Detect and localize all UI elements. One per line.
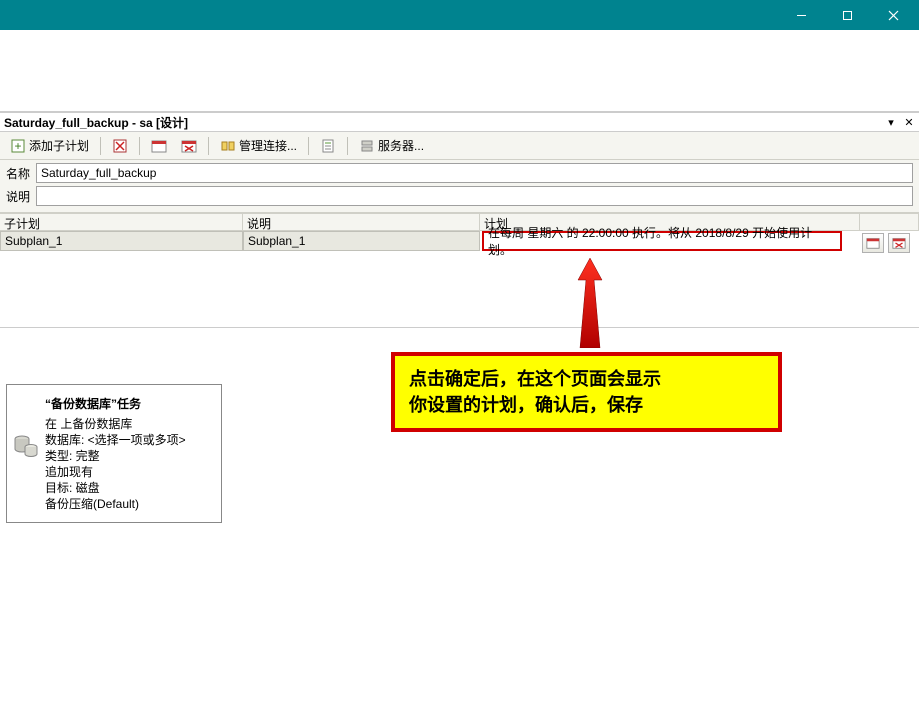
remove-schedule-button[interactable] bbox=[175, 135, 203, 157]
task-line: 目标: 磁盘 bbox=[45, 480, 213, 496]
name-label: 名称 bbox=[6, 165, 36, 182]
task-line: 追加现有 bbox=[45, 464, 213, 480]
calendar-button[interactable] bbox=[145, 135, 173, 157]
tab-close-icon[interactable]: ✕ bbox=[901, 114, 917, 130]
tab-dropdown-icon[interactable]: ▾ bbox=[883, 114, 899, 130]
cell-schedule-text[interactable]: 在每周 星期六 的 22:00:00 执行。将从 2018/8/29 开始使用计… bbox=[482, 231, 842, 251]
servers-label: 服务器... bbox=[378, 137, 424, 154]
task-line: 在 上备份数据库 bbox=[45, 416, 213, 432]
cell-subplan-name[interactable]: Subplan_1 bbox=[0, 231, 243, 251]
table-row[interactable]: Subplan_1 Subplan_1 在每周 星期六 的 22:00:00 执… bbox=[0, 231, 919, 255]
document-tab-title[interactable]: Saturday_full_backup - sa [设计] bbox=[4, 114, 883, 131]
row-delete-schedule-button[interactable] bbox=[888, 233, 910, 253]
server-icon bbox=[359, 138, 375, 154]
backup-task-card[interactable]: “备份数据库”任务 在 上备份数据库 数据库: <选择一项或多项> 类型: 完整… bbox=[6, 384, 222, 523]
description-input[interactable] bbox=[36, 186, 913, 206]
column-header-description[interactable]: 说明 bbox=[243, 214, 480, 230]
manage-connections-button[interactable]: 管理连接... bbox=[214, 134, 303, 157]
row-calendar-button[interactable] bbox=[862, 233, 884, 253]
name-input[interactable] bbox=[36, 163, 913, 183]
minimize-button[interactable] bbox=[781, 3, 821, 27]
cell-subplan-desc[interactable]: Subplan_1 bbox=[243, 231, 480, 251]
task-line: 备份压缩(Default) bbox=[45, 496, 213, 512]
annotation-callout: 点击确定后，在这个页面会显示 你设置的计划，确认后，保存 bbox=[391, 352, 782, 432]
servers-button[interactable]: 服务器... bbox=[353, 134, 430, 157]
subplan-grid: 子计划 说明 计划 Subplan_1 Subplan_1 在每周 星期六 的 … bbox=[0, 213, 919, 255]
connection-icon bbox=[220, 138, 236, 154]
title-bar bbox=[0, 0, 919, 30]
annotation-line: 点击确定后，在这个页面会显示 bbox=[409, 366, 764, 392]
ribbon-placeholder bbox=[0, 30, 919, 112]
delete-icon bbox=[112, 138, 128, 154]
report-button[interactable] bbox=[314, 135, 342, 157]
manage-connections-label: 管理连接... bbox=[239, 137, 297, 154]
delete-subplan-button[interactable] bbox=[106, 135, 134, 157]
task-line: 数据库: <选择一项或多项> bbox=[45, 432, 213, 448]
calendar-icon bbox=[151, 138, 167, 154]
task-card-title: “备份数据库”任务 bbox=[45, 395, 213, 412]
maximize-button[interactable] bbox=[827, 3, 867, 27]
description-label: 说明 bbox=[6, 188, 36, 205]
annotation-line: 你设置的计划，确认后，保存 bbox=[409, 392, 764, 418]
annotation-arrow-icon bbox=[570, 258, 610, 348]
toolbar: + 添加子计划 管理连接... bbox=[0, 132, 919, 160]
task-line: 类型: 完整 bbox=[45, 448, 213, 464]
calendar-delete-icon bbox=[181, 138, 197, 154]
document-tab: Saturday_full_backup - sa [设计] ▾ ✕ bbox=[0, 112, 919, 132]
svg-text:+: + bbox=[14, 139, 21, 153]
close-button[interactable] bbox=[873, 3, 913, 27]
add-subplan-button[interactable]: + 添加子计划 bbox=[4, 134, 95, 157]
database-icon bbox=[13, 433, 39, 459]
add-subplan-icon: + bbox=[10, 138, 26, 154]
add-subplan-label: 添加子计划 bbox=[29, 137, 89, 154]
column-header-subplan[interactable]: 子计划 bbox=[0, 214, 243, 230]
report-icon bbox=[320, 138, 336, 154]
design-surface[interactable]: “备份数据库”任务 在 上备份数据库 数据库: <选择一项或多项> 类型: 完整… bbox=[0, 327, 919, 728]
